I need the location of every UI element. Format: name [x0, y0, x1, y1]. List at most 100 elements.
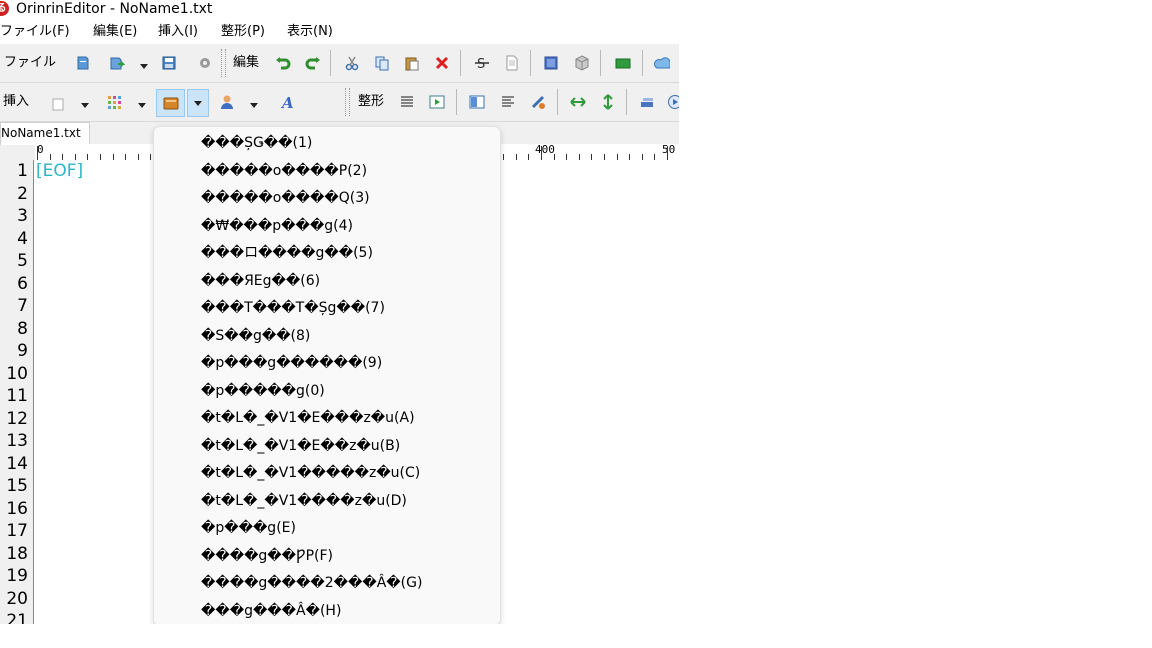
line-number: 19: [6, 566, 28, 586]
green-rect-icon[interactable]: [612, 52, 634, 74]
circle-icon[interactable]: [664, 91, 679, 113]
split-icon[interactable]: [466, 91, 488, 113]
play-icon[interactable]: [426, 91, 448, 113]
insert-toolbar: 挿入 A 整形: [0, 83, 679, 122]
window-title: OrinrinEditor - NoName1.txt: [16, 1, 213, 17]
user-dropdown-icon[interactable]: [250, 103, 258, 108]
new-file-icon[interactable]: [72, 52, 94, 74]
toolbar-separator: [460, 50, 461, 76]
copy-icon[interactable]: [371, 52, 393, 74]
grid-dropdown-icon[interactable]: [138, 103, 146, 108]
ruler-label-500: 50: [662, 143, 676, 156]
dropdown-menu-item-label: ���g���Â�(H): [201, 602, 342, 619]
toolbar-separator: [642, 50, 643, 76]
box-dropdown-button[interactable]: [187, 89, 209, 117]
line-number: 17: [6, 521, 28, 541]
dropdown-menu-item-label: �p�����g(0): [201, 382, 325, 399]
dropdown-menu-item[interactable]: �t�L�_�V1�E���z�u(A): [154, 405, 500, 432]
dropdown-menu-item[interactable]: �p���g(E): [154, 515, 500, 542]
dropdown-menu-item-label: ���ȘǤ��(1): [201, 135, 313, 151]
dropdown-menu-item[interactable]: �t�L�_�V1�E��z�u(B): [154, 433, 500, 460]
dropdown-menu-item[interactable]: �t�L�_�V1����z�u(D): [154, 488, 500, 515]
toolbar-separator: [600, 50, 601, 76]
align-icon[interactable]: [396, 91, 418, 113]
page-icon[interactable]: [47, 93, 69, 115]
redo-icon[interactable]: [302, 52, 324, 74]
toolbar-grip[interactable]: [221, 49, 226, 77]
dropdown-menu-item[interactable]: �����o����Q(3): [154, 185, 500, 212]
menu-file[interactable]: ファイル(F): [0, 23, 70, 41]
menu-bar: ファイル(F) 編集(E) 挿入(I) 整形(P) 表示(N): [0, 20, 679, 45]
chevron-down-icon: [194, 101, 202, 106]
dropdown-menu-item-label: ���T���T�Șg��(7): [201, 300, 385, 316]
dropdown-menu-item[interactable]: �p�����g(0): [154, 378, 500, 405]
dropdown-menu-item-label: �t�L�_�V1�E��z�u(B): [201, 437, 401, 454]
justify-icon[interactable]: [497, 91, 519, 113]
delete-icon[interactable]: [431, 52, 453, 74]
edit-toolbar-label: 編集: [233, 55, 260, 70]
toolbar-separator: [456, 89, 457, 115]
line-number: 6: [17, 273, 28, 294]
toolbar-separator: [626, 89, 627, 115]
dropdown-menu-item[interactable]: ���ȘǤ��(1): [154, 130, 500, 157]
open-dropdown-icon[interactable]: [140, 64, 148, 69]
dropdown-menu-item-label: �p���g������(9): [201, 355, 383, 371]
toolbar-separator: [557, 89, 558, 115]
dropdown-menu-item[interactable]: ����g����2���Â�(G): [154, 570, 500, 597]
magic-icon[interactable]: [527, 91, 549, 113]
dropdown-menu-item[interactable]: �t�L�_�V1�����z�u(C): [154, 460, 500, 487]
dropdown-menu-item[interactable]: ����g��ǷP(F): [154, 543, 500, 570]
open-file-icon[interactable]: [106, 52, 128, 74]
document-icon[interactable]: [501, 52, 523, 74]
undo-icon[interactable]: [272, 52, 294, 74]
strikethrough-icon[interactable]: S: [471, 52, 493, 74]
vertical-arrow-icon[interactable]: [597, 91, 619, 113]
horizontal-arrow-icon[interactable]: [567, 91, 589, 113]
dropdown-menu-item-label: �p���g(E): [201, 520, 296, 536]
cut-icon[interactable]: [341, 52, 363, 74]
save-icon[interactable]: [158, 52, 180, 74]
paste-icon[interactable]: [401, 52, 423, 74]
line-number: 8: [17, 318, 28, 339]
dropdown-menu-item[interactable]: ���ЯEg��(6): [154, 268, 500, 295]
line-number: 10: [6, 363, 28, 384]
dropdown-menu-item-label: ���ЯEg��(6): [201, 272, 321, 289]
dropdown-menu-item-label: �S��g��(8): [201, 327, 311, 344]
cloud-icon[interactable]: [651, 52, 673, 74]
dropdown-menu-item[interactable]: ���T���T�Șg��(7): [154, 295, 500, 322]
line-number: 15: [6, 476, 28, 496]
tab-noname1[interactable]: NoName1.txt: [0, 122, 90, 145]
cube-icon[interactable]: [571, 52, 593, 74]
dropdown-menu-item-label: �����o����Q(3): [201, 190, 370, 206]
line-number: 11: [6, 386, 28, 406]
menu-insert[interactable]: 挿入(I): [158, 23, 198, 41]
dropdown-menu-item-label: �t�L�_�V1����z�u(D): [201, 492, 407, 509]
dropdown-menu-item-label: ����g��ǷP(F): [201, 547, 333, 564]
dropdown-menu-item[interactable]: �S��g��(8): [154, 323, 500, 350]
window-icon[interactable]: [540, 52, 562, 74]
dropdown-menu-item[interactable]: ���g���Â�(H): [154, 598, 500, 625]
svg-text:S: S: [477, 57, 485, 71]
ruler-tick: [541, 146, 542, 160]
page-dropdown-icon[interactable]: [81, 103, 89, 108]
main-toolbar: ファイル 編集 S: [0, 44, 679, 83]
dropdown-menu-item[interactable]: ���ロ����g��(5): [154, 240, 500, 267]
ruler-tick: [667, 146, 668, 160]
grid-icon[interactable]: [103, 91, 125, 113]
dropdown-menu-item[interactable]: �₩���p���g(4): [154, 213, 500, 240]
menu-edit[interactable]: 編集(E): [93, 23, 137, 41]
dropdown-menu-item[interactable]: �����o����P(2): [154, 158, 500, 185]
menu-view[interactable]: 表示(N): [287, 23, 333, 41]
settings-gear-icon[interactable]: [194, 52, 216, 74]
file-toolbar-label: ファイル: [4, 55, 57, 70]
box-icon[interactable]: [156, 89, 185, 117]
layers-icon[interactable]: [636, 91, 658, 113]
line-number: 12: [6, 408, 28, 429]
toolbar-grip[interactable]: [345, 88, 350, 116]
orinrin-editor-window: る OrinrinEditor - NoName1.txt ファイル(F) 編集…: [0, 0, 679, 624]
text-style-icon[interactable]: A: [277, 91, 299, 113]
user-icon[interactable]: [216, 91, 238, 113]
dropdown-menu-item[interactable]: �p���g������(9): [154, 350, 500, 377]
menu-format[interactable]: 整形(P): [221, 23, 265, 41]
app-icon: る: [0, 1, 9, 16]
